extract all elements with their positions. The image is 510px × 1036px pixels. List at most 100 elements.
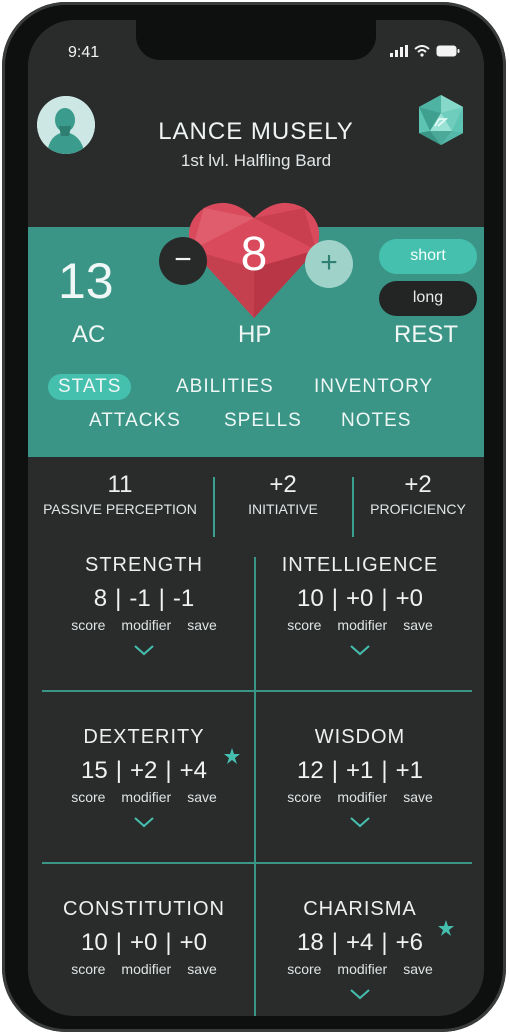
hit-points-label: HP <box>238 321 272 348</box>
ability-values: 12 | +1 | +1 <box>297 757 423 784</box>
ability-strength[interactable]: STRENGTH 8 | -1 | -1 score modifier save <box>44 554 244 657</box>
chevron-down-icon[interactable] <box>349 987 371 1001</box>
passive-perception-label: PASSIVE PERCEPTION <box>43 501 197 517</box>
chevron-down-icon[interactable] <box>133 815 155 829</box>
ability-name: STRENGTH <box>85 554 203 576</box>
save-label: save <box>187 617 217 633</box>
score-label: score <box>287 617 322 633</box>
decrease-hp-button[interactable]: − <box>159 237 207 285</box>
stats-grid-divider <box>42 862 472 864</box>
ability-name: WISDOM <box>314 726 406 748</box>
status-time: 9:41 <box>68 44 100 61</box>
ability-score: 8 <box>93 585 108 612</box>
modifier-label: modifier <box>121 961 172 977</box>
proficiency-label: PROFICIENCY <box>370 501 466 517</box>
battery-icon <box>436 45 460 57</box>
ability-modifier: +4 <box>345 929 374 956</box>
passive-perception: 11 PASSIVE PERCEPTION <box>34 471 206 517</box>
ability-value-labels: score modifier save <box>260 961 460 977</box>
tab-attacks[interactable]: ATTACKS <box>89 410 181 432</box>
signal-icon <box>390 45 408 57</box>
initiative-value: +2 <box>269 471 297 498</box>
ability-modifier: +0 <box>345 585 374 612</box>
star-icon <box>438 920 454 936</box>
long-rest-button[interactable]: long <box>379 281 477 316</box>
status-icons <box>390 45 460 57</box>
ability-save: +0 <box>395 585 423 612</box>
modifier-label: modifier <box>337 789 388 805</box>
ability-name: DEXTERITY <box>83 726 205 748</box>
ability-score: 10 <box>81 929 108 956</box>
tab-spells[interactable]: SPELLS <box>224 410 302 432</box>
ability-charisma[interactable]: CHARISMA 18 | +4 | +6 score modifier save <box>260 898 460 1001</box>
tab-stats[interactable]: STATS <box>48 374 132 400</box>
ability-values: 8 | -1 | -1 <box>93 585 195 612</box>
score-label: score <box>71 789 106 805</box>
armor-class-value: 13 <box>58 253 114 309</box>
ability-wisdom[interactable]: WISDOM 12 | +1 | +1 score modifier save <box>260 726 460 829</box>
ability-modifier: +1 <box>345 757 374 784</box>
chevron-down-icon[interactable] <box>133 643 155 657</box>
proficiency-value: +2 <box>404 471 432 498</box>
ability-modifier: -1 <box>129 585 151 612</box>
save-label: save <box>403 961 433 977</box>
wifi-icon <box>414 45 430 57</box>
ability-name: CONSTITUTION <box>63 898 225 920</box>
ability-intelligence[interactable]: INTELLIGENCE 10 | +0 | +0 score modifier save <box>260 554 460 657</box>
phone-frame: 9:41 LANCE MUSELY 1st lvl. Halfling Bard… <box>2 2 506 1032</box>
ability-save: +0 <box>179 929 207 956</box>
tab-abilities[interactable]: ABILITIES <box>176 376 274 398</box>
ability-score: 10 <box>297 585 324 612</box>
quick-stats-row: 11 PASSIVE PERCEPTION +2 INITIATIVE +2 P… <box>28 457 484 557</box>
score-label: score <box>71 617 106 633</box>
save-label: save <box>403 617 433 633</box>
ability-save: -1 <box>172 585 195 612</box>
stats-grid-divider <box>254 557 256 1016</box>
increase-hp-button[interactable]: + <box>305 240 353 288</box>
divider <box>213 477 215 537</box>
initiative-label: INITIATIVE <box>248 501 318 517</box>
ability-values: 10 | +0 | +0 <box>81 929 207 956</box>
chevron-down-icon[interactable] <box>349 643 371 657</box>
ability-value-labels: score modifier save <box>260 789 460 805</box>
star-icon <box>224 748 240 764</box>
score-label: score <box>71 961 106 977</box>
modifier-label: modifier <box>121 789 172 805</box>
tab-inventory[interactable]: INVENTORY <box>314 376 433 398</box>
ability-modifier: +2 <box>129 757 158 784</box>
ability-save: +4 <box>179 757 207 784</box>
character-name: LANCE MUSELY <box>158 118 354 145</box>
initiative: +2 INITIATIVE <box>218 471 348 517</box>
divider <box>352 477 354 537</box>
ability-value-labels: score modifier save <box>44 789 244 805</box>
ability-values: 15 | +2 | +4 <box>81 757 207 784</box>
ability-dexterity[interactable]: DEXTERITY 15 | +2 | +4 score modifier save <box>44 726 244 829</box>
ability-save: +6 <box>395 929 423 956</box>
ability-score: 18 <box>297 929 324 956</box>
ability-name: INTELLIGENCE <box>281 554 439 576</box>
armor-class-label: AC <box>72 321 106 348</box>
save-label: save <box>187 789 217 805</box>
save-label: save <box>187 961 217 977</box>
proficiency: +2 PROFICIENCY <box>358 471 478 517</box>
modifier-label: modifier <box>337 617 388 633</box>
ability-value-labels: score modifier save <box>44 617 244 633</box>
modifier-label: modifier <box>121 617 172 633</box>
save-label: save <box>403 789 433 805</box>
modifier-label: modifier <box>337 961 388 977</box>
passive-perception-value: 11 <box>107 471 133 498</box>
stats-grid-divider <box>42 690 472 692</box>
ability-save: +1 <box>395 757 423 784</box>
ability-score: 15 <box>81 757 108 784</box>
ability-values: 10 | +0 | +0 <box>297 585 423 612</box>
character-class-level: 1st lvl. Halfling Bard <box>180 151 332 170</box>
tab-notes[interactable]: NOTES <box>341 410 411 432</box>
ability-value-labels: score modifier save <box>260 617 460 633</box>
short-rest-button[interactable]: short <box>379 239 477 274</box>
ability-constitution[interactable]: CONSTITUTION 10 | +0 | +0 score modifier save <box>44 898 244 977</box>
chevron-down-icon[interactable] <box>349 815 371 829</box>
hp-value: 8 <box>240 228 268 281</box>
ability-name: CHARISMA <box>303 898 417 920</box>
rest-label: REST <box>394 321 459 348</box>
score-label: score <box>287 789 322 805</box>
